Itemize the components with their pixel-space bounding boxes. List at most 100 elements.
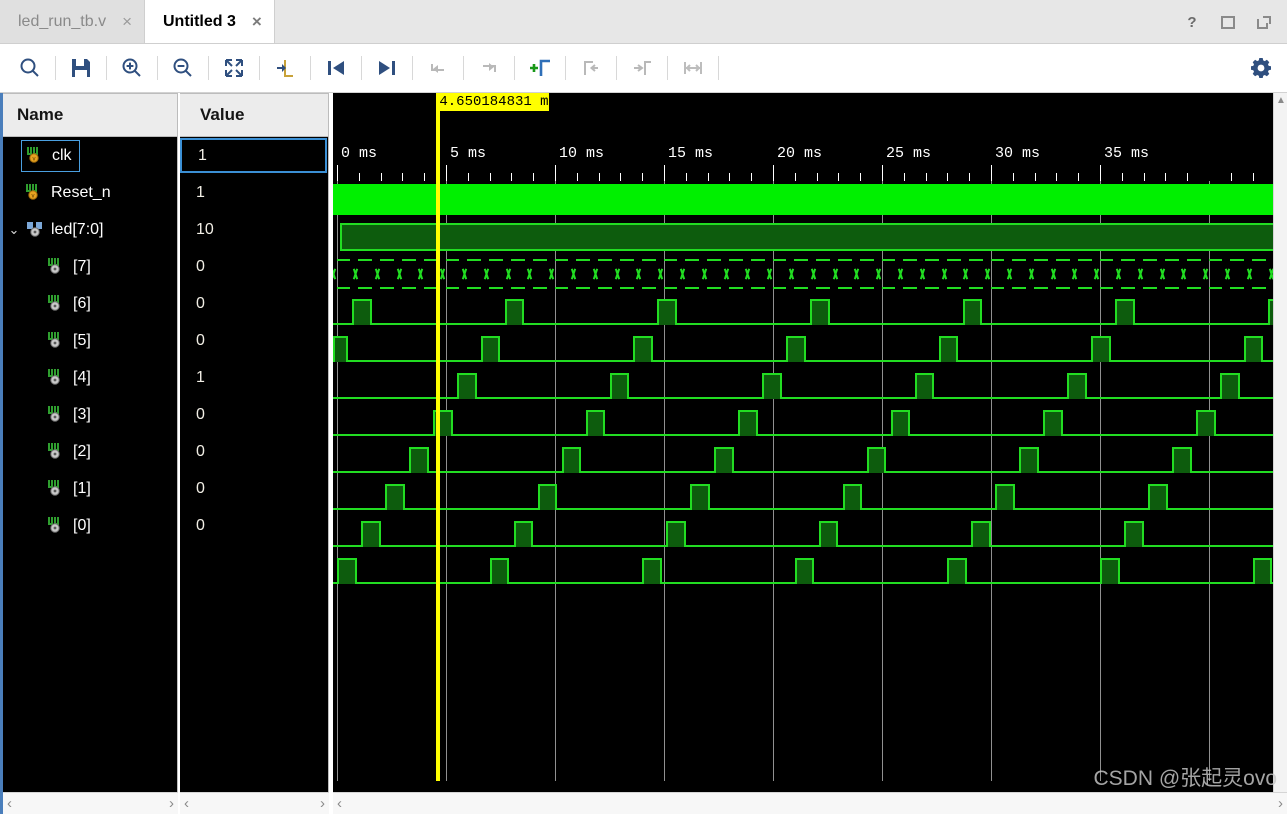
ruler-minor-tick xyxy=(1078,173,1080,181)
waveform-row-bit-0[interactable] xyxy=(333,551,1287,588)
name-panel-hscrollbar[interactable]: ‹ › xyxy=(3,792,178,814)
bus-transition xyxy=(1069,259,1078,289)
signal-row-3[interactable]: [3] xyxy=(3,396,177,433)
waveform-hscrollbar[interactable]: ‹ › xyxy=(333,792,1287,814)
signal-value-2[interactable]: 0 xyxy=(180,433,328,470)
add-marker-icon[interactable] xyxy=(518,48,562,88)
bus-transition xyxy=(568,259,577,289)
selection-box: 1 xyxy=(180,138,327,173)
go-to-start-icon[interactable] xyxy=(314,48,358,88)
measure-time-icon[interactable] xyxy=(671,48,715,88)
signal-value-1[interactable]: 0 xyxy=(180,470,328,507)
scroll-left-icon[interactable]: ‹ xyxy=(7,796,12,811)
next-transition-icon[interactable] xyxy=(467,48,511,88)
ruler-minor-tick xyxy=(1165,173,1167,181)
signal-value-5[interactable]: 0 xyxy=(180,322,328,359)
zoom-in-icon[interactable] xyxy=(110,48,154,88)
logic-high-pulse xyxy=(352,299,372,325)
signal-value-4[interactable]: 1 xyxy=(180,359,328,396)
bit-signal-icon xyxy=(47,516,69,536)
search-icon[interactable] xyxy=(8,48,52,88)
signal-value-clk[interactable]: 1 xyxy=(180,137,328,174)
chevron-down-icon[interactable]: ⌄ xyxy=(3,222,25,238)
scroll-right-icon[interactable]: › xyxy=(1278,796,1283,811)
tab-led-run-tb[interactable]: led_run_tb.v × xyxy=(0,0,145,43)
scroll-left-icon[interactable]: ‹ xyxy=(337,796,342,811)
waveform-row-led-bus[interactable] xyxy=(333,255,1287,292)
column-header-name[interactable]: Name xyxy=(3,93,177,137)
signal-row-6[interactable]: [6] xyxy=(3,285,177,322)
snap-to-transition-icon[interactable] xyxy=(263,48,307,88)
ruler-minor-tick xyxy=(838,173,840,181)
waveform-row-bit-1[interactable] xyxy=(333,514,1287,551)
signal-value-6[interactable]: 0 xyxy=(180,285,328,322)
value-panel: Value 1 1 10 0 0 0 1 0 0 0 0 ‹ › xyxy=(180,93,329,814)
ruler-minor-tick xyxy=(1230,173,1232,181)
toolbar-separator xyxy=(310,56,311,80)
toolbar-separator xyxy=(565,56,566,80)
signal-value-3[interactable]: 0 xyxy=(180,396,328,433)
logic-high-pulse xyxy=(489,558,510,584)
waveform-row-bit-2[interactable] xyxy=(333,477,1287,514)
signal-row-5[interactable]: [5] xyxy=(3,322,177,359)
maximize-icon[interactable] xyxy=(1219,13,1237,31)
save-icon[interactable] xyxy=(59,48,103,88)
waveform-vscrollbar[interactable]: ▲ xyxy=(1273,93,1287,792)
name-panel: Name v clk v Reset_n ⌄ led[7:0] [7] [6] [5] [4] [3… xyxy=(3,93,178,814)
close-icon[interactable]: × xyxy=(122,13,132,30)
previous-transition-icon[interactable] xyxy=(416,48,460,88)
waveform-row-bit-4[interactable] xyxy=(333,403,1287,440)
signal-row-7[interactable]: [7] xyxy=(3,248,177,285)
tab-untitled-3[interactable]: Untitled 3 × xyxy=(145,0,275,43)
scroll-up-icon[interactable]: ▲ xyxy=(1274,93,1287,107)
value-panel-hscrollbar[interactable]: ‹ › xyxy=(180,792,329,814)
scroll-right-icon[interactable]: › xyxy=(169,796,174,811)
signal-row-0[interactable]: [0] xyxy=(3,507,177,544)
waveform-row-bit-3[interactable] xyxy=(333,440,1287,477)
bus-transition xyxy=(1091,259,1100,289)
scroll-left-icon[interactable]: ‹ xyxy=(184,796,189,811)
logic-high-pulse xyxy=(1219,373,1240,399)
ruler-tick-label: 35 ms xyxy=(1104,145,1150,162)
bus-transition xyxy=(764,259,773,289)
logic-high-pulse xyxy=(1115,299,1135,325)
previous-marker-icon[interactable] xyxy=(569,48,613,88)
waveform-panel[interactable]: 0 ms 5 ms 10 ms 15 ms 20 ms 25 ms 30 ms 35 ms 4… xyxy=(333,93,1287,814)
signal-row-clk[interactable]: v clk xyxy=(3,137,177,174)
settings-gear-icon[interactable] xyxy=(1235,48,1287,88)
waveform-row-clk[interactable] xyxy=(333,181,1287,218)
signal-value-reset_n[interactable]: 1 xyxy=(180,174,328,211)
signal-row-4[interactable]: [4] xyxy=(3,359,177,396)
signal-row-reset_n[interactable]: v Reset_n xyxy=(3,174,177,211)
zoom-out-icon[interactable] xyxy=(161,48,205,88)
logic-low-line xyxy=(333,360,1287,362)
waveform-row-bit-7[interactable] xyxy=(333,292,1287,329)
bus-transition xyxy=(939,259,948,289)
zoom-fit-icon[interactable] xyxy=(212,48,256,88)
signal-row-1[interactable]: [1] xyxy=(3,470,177,507)
svg-text:?: ? xyxy=(1187,14,1196,30)
signal-row-led70[interactable]: ⌄ led[7:0] xyxy=(3,211,177,248)
go-to-end-icon[interactable] xyxy=(365,48,409,88)
toolbar-separator xyxy=(667,56,668,80)
float-window-icon[interactable] xyxy=(1255,13,1273,31)
time-cursor[interactable] xyxy=(436,93,441,781)
scroll-right-icon[interactable]: › xyxy=(320,796,325,811)
waveform-row-reset-n[interactable] xyxy=(333,218,1287,255)
signal-value-0[interactable]: 0 xyxy=(180,507,328,544)
signal-value-7[interactable]: 0 xyxy=(180,248,328,285)
column-header-value[interactable]: Value xyxy=(180,93,328,137)
signal-row-2[interactable]: [2] xyxy=(3,433,177,470)
signal-value-led70[interactable]: 10 xyxy=(180,211,328,248)
close-icon[interactable]: × xyxy=(252,13,262,30)
help-icon[interactable]: ? xyxy=(1183,13,1201,31)
waveform-canvas[interactable] xyxy=(333,181,1287,781)
waveform-row-bit-6[interactable] xyxy=(333,329,1287,366)
bus-transition xyxy=(372,259,381,289)
bus-transition xyxy=(1244,259,1253,289)
waveform-row-bit-5[interactable] xyxy=(333,366,1287,403)
bus-transition xyxy=(960,259,969,289)
next-marker-icon[interactable] xyxy=(620,48,664,88)
logic-high-pulse xyxy=(585,410,606,436)
logic-high-pulse xyxy=(1252,558,1273,584)
